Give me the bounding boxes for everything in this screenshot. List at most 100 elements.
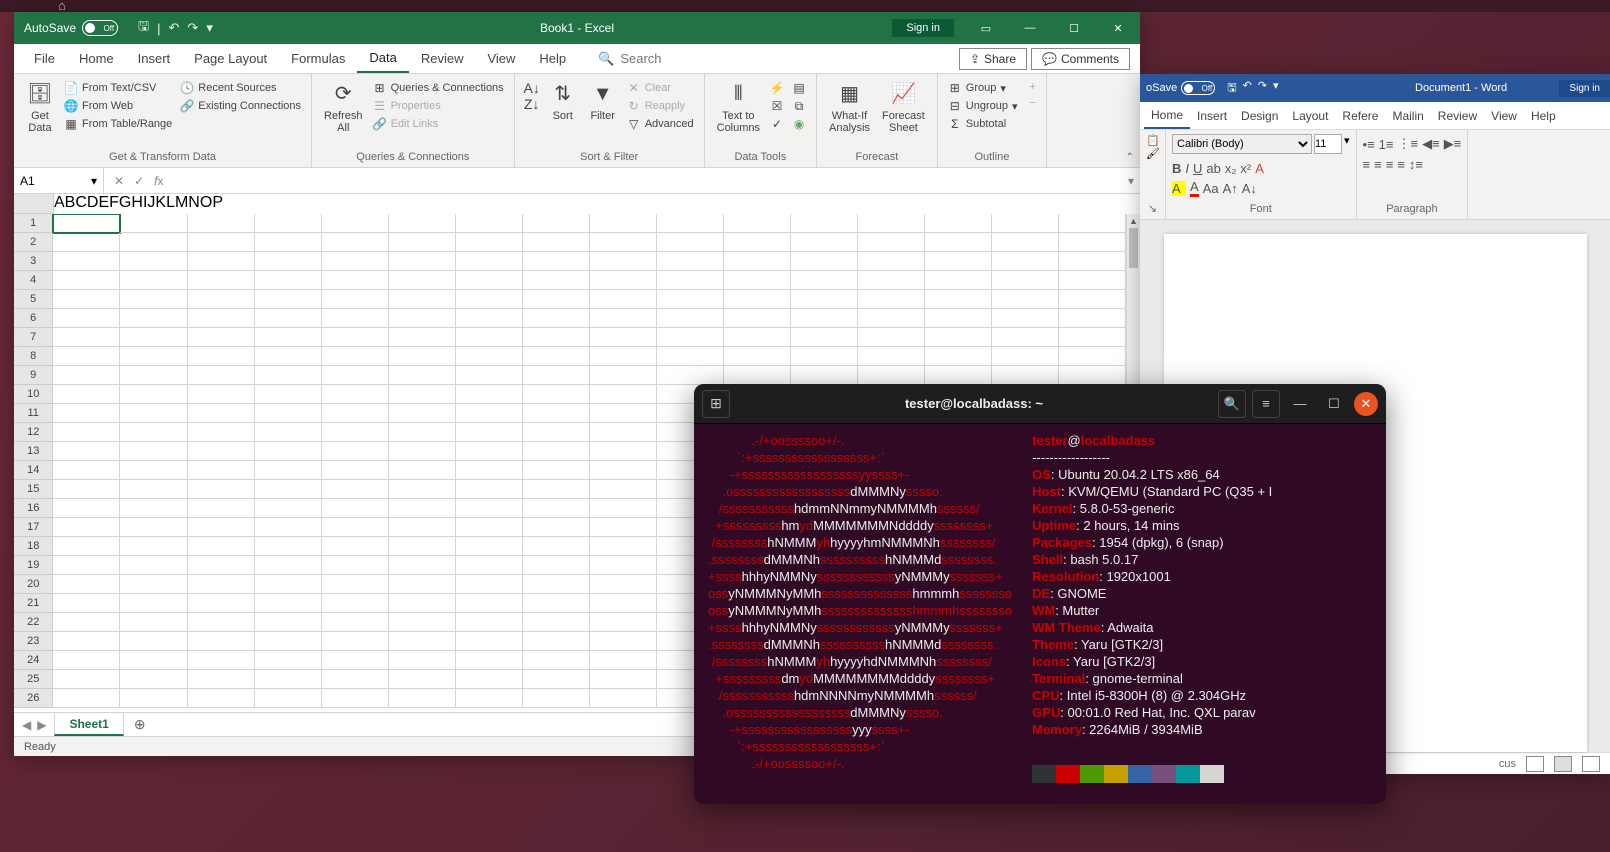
cell[interactable]: [188, 651, 255, 670]
align-center-icon[interactable]: ≡: [1374, 157, 1382, 172]
forecast-sheet-button[interactable]: 📈Forecast Sheet: [878, 78, 929, 136]
row-header[interactable]: 24: [14, 651, 53, 670]
cell[interactable]: [53, 537, 120, 556]
cell[interactable]: [389, 271, 456, 290]
cell[interactable]: [389, 214, 456, 233]
cell[interactable]: [1059, 252, 1126, 271]
ungroup-button[interactable]: ⊟Ungroup▾: [946, 98, 1020, 114]
cell[interactable]: [322, 214, 389, 233]
cell[interactable]: [724, 328, 791, 347]
row-header[interactable]: 12: [14, 423, 53, 442]
cell[interactable]: [590, 366, 657, 385]
row-header[interactable]: 3: [14, 252, 53, 271]
row-header[interactable]: 1: [14, 214, 53, 233]
row-header[interactable]: 5: [14, 290, 53, 309]
tab-mailin[interactable]: Mailin: [1385, 102, 1430, 129]
cell[interactable]: [255, 689, 322, 708]
cell[interactable]: [188, 214, 255, 233]
row-header[interactable]: 11: [14, 404, 53, 423]
cell[interactable]: [322, 290, 389, 309]
enter-formula-icon[interactable]: ✓: [134, 174, 144, 188]
scroll-thumb[interactable]: [1129, 228, 1138, 268]
multilevel-button[interactable]: ⋮≡: [1398, 136, 1419, 152]
cell[interactable]: [255, 328, 322, 347]
cell[interactable]: [456, 252, 523, 271]
cell[interactable]: [120, 366, 187, 385]
column-header[interactable]: C: [75, 194, 87, 214]
cell[interactable]: [255, 518, 322, 537]
cell[interactable]: [188, 442, 255, 461]
cell[interactable]: [389, 233, 456, 252]
cell[interactable]: [456, 575, 523, 594]
terminal-content[interactable]: .-/+oossssoo+/-. `:+ssssssssssssssssss+:…: [694, 424, 1386, 804]
cell[interactable]: [120, 594, 187, 613]
cell[interactable]: [590, 252, 657, 271]
cell[interactable]: [456, 366, 523, 385]
focus-mode-label[interactable]: cus: [1499, 758, 1516, 770]
cell[interactable]: [53, 271, 120, 290]
advanced-button[interactable]: ▽Advanced: [625, 116, 696, 132]
row-header[interactable]: 8: [14, 347, 53, 366]
cell[interactable]: [657, 233, 724, 252]
cell[interactable]: [858, 290, 925, 309]
cell[interactable]: [255, 271, 322, 290]
cell[interactable]: [925, 347, 992, 366]
cell[interactable]: [389, 670, 456, 689]
cell[interactable]: [120, 632, 187, 651]
cell[interactable]: [255, 290, 322, 309]
numbering-button[interactable]: 1≡: [1379, 137, 1394, 152]
share-button[interactable]: ⇪Share: [959, 48, 1027, 70]
cell[interactable]: [858, 233, 925, 252]
cell[interactable]: [523, 499, 590, 518]
close-button[interactable]: ✕: [1354, 392, 1378, 416]
column-header[interactable]: K: [155, 194, 166, 214]
cell[interactable]: [1059, 214, 1126, 233]
read-mode-icon[interactable]: [1526, 756, 1544, 772]
toggle-switch[interactable]: Off: [1181, 81, 1215, 95]
cell[interactable]: [53, 670, 120, 689]
cell[interactable]: [992, 309, 1059, 328]
cell[interactable]: [255, 366, 322, 385]
tab-page-layout[interactable]: Page Layout: [182, 44, 279, 73]
cell[interactable]: [456, 442, 523, 461]
cell[interactable]: [120, 385, 187, 404]
cell[interactable]: [590, 347, 657, 366]
cell[interactable]: [322, 689, 389, 708]
whatif-button[interactable]: ▦What-If Analysis: [825, 78, 874, 136]
cell[interactable]: [120, 689, 187, 708]
cell[interactable]: [53, 461, 120, 480]
cell[interactable]: [389, 347, 456, 366]
cell[interactable]: [120, 271, 187, 290]
consolidate-button[interactable]: ▤: [790, 80, 808, 96]
cell[interactable]: [188, 556, 255, 575]
row-header[interactable]: 9: [14, 366, 53, 385]
cell[interactable]: [53, 347, 120, 366]
cell[interactable]: [322, 252, 389, 271]
cell[interactable]: [858, 252, 925, 271]
column-header[interactable]: O: [200, 194, 212, 214]
cell[interactable]: [322, 385, 389, 404]
column-header[interactable]: G: [119, 194, 131, 214]
cell[interactable]: [389, 328, 456, 347]
cell[interactable]: [188, 233, 255, 252]
close-icon[interactable]: ✕: [1096, 12, 1140, 44]
refresh-all-button[interactable]: ⟳Refresh All: [320, 78, 367, 136]
column-header[interactable]: H: [131, 194, 143, 214]
from-web-button[interactable]: 🌐From Web: [62, 98, 174, 114]
cell[interactable]: [523, 271, 590, 290]
italic-button[interactable]: I: [1185, 161, 1189, 176]
cell[interactable]: [53, 366, 120, 385]
cell[interactable]: [992, 328, 1059, 347]
cell[interactable]: [992, 233, 1059, 252]
cell[interactable]: [255, 594, 322, 613]
tab-file[interactable]: File: [22, 44, 67, 73]
cell[interactable]: [456, 518, 523, 537]
cell[interactable]: [858, 214, 925, 233]
row-header[interactable]: 20: [14, 575, 53, 594]
cell[interactable]: [188, 347, 255, 366]
cell[interactable]: [389, 480, 456, 499]
column-header[interactable]: N: [188, 194, 200, 214]
add-sheet-button[interactable]: ⊕: [124, 716, 156, 733]
cell[interactable]: [456, 385, 523, 404]
cell[interactable]: [590, 423, 657, 442]
